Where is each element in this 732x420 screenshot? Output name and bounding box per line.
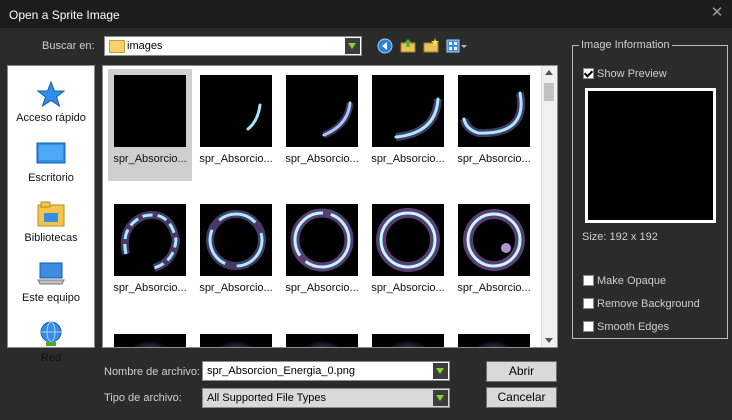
file-list[interactable]: spr_Absorcio... spr_Absorcio... spr_Abso…: [102, 65, 558, 348]
look-in-dropdown[interactable]: images: [104, 36, 362, 56]
chevron-down-icon[interactable]: [345, 38, 360, 54]
file-item[interactable]: spr_Absorcio...: [366, 69, 450, 181]
places-bar: Acceso rápido Escritorio Bibliotecas Est…: [7, 65, 95, 364]
computer-icon: [37, 262, 65, 285]
vertical-scrollbar[interactable]: [541, 66, 557, 347]
filetype-label: Tipo de archivo:: [104, 392, 182, 404]
thumbnail: [458, 75, 530, 147]
image-size: Size: 192 x 192: [582, 231, 658, 243]
remove-background-checkbox[interactable]: [583, 298, 594, 309]
thumbnail: [200, 334, 272, 347]
thumbnail: [200, 75, 272, 147]
place-network[interactable]: Red: [8, 312, 94, 370]
file-item[interactable]: spr_Absorcio...: [194, 198, 278, 310]
title-bar: Open a Sprite Image ✕: [0, 0, 732, 28]
thumbnail: [114, 334, 186, 347]
smooth-edges-label: Smooth Edges: [597, 321, 670, 333]
thumbnail: [458, 204, 530, 276]
filetype-select[interactable]: All Supported File Types: [202, 388, 450, 408]
new-folder-icon[interactable]: [423, 38, 439, 54]
scrollbar-thumb[interactable]: [544, 83, 554, 101]
window-title: Open a Sprite Image: [9, 8, 120, 22]
image-preview: [585, 88, 716, 223]
make-opaque-label: Make Opaque: [597, 275, 667, 287]
cancel-button[interactable]: Cancelar: [486, 387, 557, 408]
panel-title: Image Information: [579, 39, 672, 51]
image-information-panel: Image Information Show Preview Size: 192…: [572, 39, 728, 339]
smooth-edges-checkbox[interactable]: [583, 321, 594, 332]
file-item[interactable]: [452, 328, 536, 347]
show-preview-checkbox[interactable]: [583, 68, 594, 79]
look-in-label: Buscar en:: [42, 40, 95, 52]
place-libraries[interactable]: Bibliotecas: [8, 192, 94, 250]
file-item[interactable]: spr_Absorcio...: [108, 69, 192, 181]
remove-background-label: Remove Background: [597, 298, 700, 310]
filetype-value: All Supported File Types: [207, 392, 327, 404]
file-item[interactable]: spr_Absorcio...: [452, 69, 536, 181]
file-item[interactable]: spr_Absorcio...: [280, 69, 364, 181]
thumbnail: [200, 204, 272, 276]
thumbnail: [458, 334, 530, 347]
file-item[interactable]: spr_Absorcio...: [280, 198, 364, 310]
place-this-pc[interactable]: Este equipo: [8, 252, 94, 310]
file-item[interactable]: spr_Absorcio...: [108, 198, 192, 310]
file-item[interactable]: [280, 328, 364, 347]
file-item[interactable]: spr_Absorcio...: [452, 198, 536, 310]
file-item[interactable]: [108, 328, 192, 347]
open-button[interactable]: Abrir: [486, 361, 557, 382]
thumbnail: [286, 204, 358, 276]
network-icon: [40, 321, 62, 346]
thumbnail: [114, 204, 186, 276]
scroll-down-icon[interactable]: [545, 338, 553, 343]
filename-field[interactable]: spr_Absorcion_Energia_0.png: [202, 361, 450, 381]
file-item[interactable]: [366, 328, 450, 347]
file-item[interactable]: spr_Absorcio...: [194, 69, 278, 181]
desktop-icon: [36, 142, 66, 164]
thumbnail: [372, 75, 444, 147]
back-icon[interactable]: [377, 38, 393, 54]
place-desktop[interactable]: Escritorio: [8, 132, 94, 190]
thumbnail: [372, 334, 444, 347]
show-preview-label: Show Preview: [597, 68, 667, 80]
up-folder-icon[interactable]: [400, 38, 416, 54]
look-in-value: images: [127, 40, 163, 52]
folder-icon: [109, 40, 125, 53]
thumbnail: [372, 204, 444, 276]
thumbnail: [286, 75, 358, 147]
chevron-down-icon[interactable]: [433, 363, 448, 379]
thumbnail: [114, 75, 186, 147]
file-item[interactable]: [194, 328, 278, 347]
libraries-icon: [37, 201, 65, 227]
scroll-up-icon[interactable]: [545, 70, 553, 75]
place-quick-access[interactable]: Acceso rápido: [8, 72, 94, 130]
thumbnail: [286, 334, 358, 347]
file-item[interactable]: spr_Absorcio...: [366, 198, 450, 310]
filename-value: spr_Absorcion_Energia_0.png: [207, 365, 355, 377]
view-menu-icon[interactable]: [446, 38, 468, 54]
star-icon: [36, 80, 66, 108]
filename-label: Nombre de archivo:: [104, 366, 200, 378]
chevron-down-icon[interactable]: [433, 390, 448, 406]
close-icon[interactable]: ✕: [708, 4, 726, 22]
make-opaque-checkbox[interactable]: [583, 275, 594, 286]
